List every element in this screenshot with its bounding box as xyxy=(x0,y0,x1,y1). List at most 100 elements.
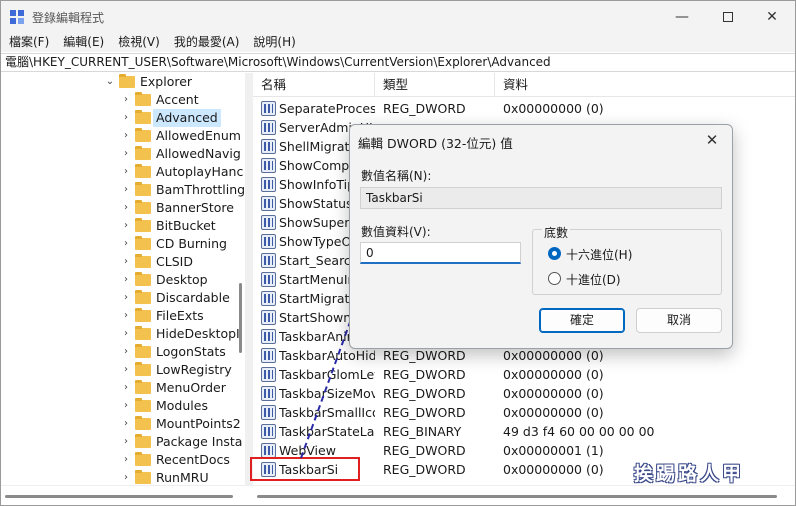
chevron-right-icon[interactable]: › xyxy=(121,451,131,469)
value-type: REG_DWORD xyxy=(383,443,466,458)
tree-item-explorer[interactable]: ⌄ Explorer xyxy=(1,73,241,91)
chevron-right-icon[interactable]: › xyxy=(121,361,131,379)
table-row[interactable]: TaskbarSmallIcons REG_DWORD 0x00000000 (0) xyxy=(253,403,795,422)
cancel-button[interactable]: 取消 xyxy=(636,308,722,333)
chevron-right-icon[interactable]: › xyxy=(121,307,131,325)
tree-item[interactable]: › Package Insta xyxy=(1,433,242,451)
chevron-right-icon[interactable]: › xyxy=(121,325,131,343)
value-data-input[interactable]: 0 xyxy=(360,242,521,264)
tree-item-label: CD Burning xyxy=(156,236,227,251)
menu-edit[interactable]: 編輯(E) xyxy=(63,32,104,52)
tree-item[interactable]: › Modules xyxy=(1,397,241,415)
reg-binary-value-icon xyxy=(261,158,276,173)
minimize-button[interactable]: — xyxy=(659,1,705,32)
tree-item-label: Explorer xyxy=(140,74,193,89)
reg-binary-value-icon xyxy=(261,424,276,439)
tree-item-label: Discardable xyxy=(156,290,230,305)
chevron-right-icon[interactable]: › xyxy=(121,109,131,127)
reg-binary-value-icon xyxy=(261,272,276,287)
tree-item[interactable]: › BamThrottling xyxy=(1,181,245,199)
tree-item[interactable]: › Accent xyxy=(1,91,241,109)
list-scroll-thumb[interactable] xyxy=(257,495,777,498)
decimal-radio[interactable] xyxy=(548,272,561,285)
tree-item[interactable]: › MountPoints2 xyxy=(1,415,241,433)
tree-item-label: LogonStats xyxy=(156,344,226,359)
column-data[interactable]: 資料 xyxy=(495,73,795,97)
tree-item[interactable]: › CD Burning xyxy=(1,235,241,253)
address-bar[interactable]: 電腦\HKEY_CURRENT_USER\Software\Microsoft\… xyxy=(1,53,795,72)
reg-binary-value-icon xyxy=(261,253,276,268)
pane-splitter[interactable] xyxy=(245,73,253,485)
value-data: 49 d3 f4 60 00 00 00 00 xyxy=(503,424,655,439)
chevron-right-icon[interactable]: › xyxy=(121,469,131,485)
menu-help[interactable]: 說明(H) xyxy=(253,32,295,52)
menu-bar: 檔案(F) 編輯(E) 檢視(V) 我的最愛(A) 說明(H) xyxy=(1,32,795,52)
decimal-radio-label[interactable]: 十進位(D) xyxy=(566,271,621,288)
tree-item[interactable]: › AllowedNavig xyxy=(1,145,241,163)
tree-item[interactable]: › AllowedEnum xyxy=(1,127,241,145)
dialog-close-button[interactable]: ✕ xyxy=(700,129,724,151)
ok-button[interactable]: 確定 xyxy=(539,308,625,333)
folder-icon xyxy=(135,380,151,394)
tree-scrollbar[interactable] xyxy=(239,283,242,353)
tree-item-label: BamThrottling xyxy=(156,182,245,197)
chevron-right-icon[interactable]: › xyxy=(121,397,131,415)
close-button[interactable]: ✕ xyxy=(749,1,795,32)
table-row[interactable]: TaskbarGlomLevel REG_DWORD 0x00000000 (0) xyxy=(253,365,795,384)
watermark-text: 挨踢路人甲 xyxy=(634,463,745,485)
table-row[interactable]: TaskbarStateLastRun REG_BINARY 49 d3 f4 60… xyxy=(253,422,795,441)
column-name[interactable]: 名稱 xyxy=(253,73,375,97)
tree-item[interactable]: › CLSID xyxy=(1,253,241,271)
horizontal-scrollbar[interactable] xyxy=(1,485,795,505)
chevron-right-icon[interactable]: › xyxy=(121,145,131,163)
value-name: TaskbarStateLastRun xyxy=(279,424,375,439)
maximize-button[interactable] xyxy=(705,1,751,32)
chevron-right-icon[interactable]: › xyxy=(121,235,131,253)
folder-icon xyxy=(135,326,151,340)
chevron-right-icon[interactable]: › xyxy=(121,271,131,289)
chevron-right-icon[interactable]: › xyxy=(121,253,131,271)
reg-binary-value-icon xyxy=(261,177,276,192)
tree-item[interactable]: › Advanced xyxy=(1,109,241,127)
tree-item[interactable]: › LogonStats xyxy=(1,343,241,361)
chevron-right-icon[interactable]: › xyxy=(121,127,131,145)
tree-item[interactable]: › HideDesktopI xyxy=(1,325,241,343)
menu-view[interactable]: 檢視(V) xyxy=(118,32,160,52)
chevron-right-icon[interactable]: › xyxy=(121,217,131,235)
tree-item[interactable]: › Discardable xyxy=(1,289,241,307)
table-row[interactable]: TaskbarSizeMove REG_DWORD 0x00000000 (0) xyxy=(253,384,795,403)
base-group: 底數 十六進位(H) 十進位(D) xyxy=(532,224,722,295)
chevron-right-icon[interactable]: › xyxy=(121,199,131,217)
menu-file[interactable]: 檔案(F) xyxy=(9,32,49,52)
chevron-right-icon[interactable]: › xyxy=(121,181,131,199)
tree-item[interactable]: › FileExts xyxy=(1,307,241,325)
tree-item[interactable]: › RunMRU xyxy=(1,469,241,485)
column-type[interactable]: 類型 xyxy=(375,73,495,97)
table-row[interactable]: SeparateProcess REG_DWORD 0x00000000 (0) xyxy=(253,99,795,118)
hex-radio[interactable] xyxy=(548,247,561,260)
chevron-right-icon[interactable]: › xyxy=(121,415,131,433)
chevron-right-icon[interactable]: › xyxy=(121,343,131,361)
tree-item-label: AllowedNavig xyxy=(156,146,241,161)
chevron-right-icon[interactable]: › xyxy=(121,289,131,307)
tree-item[interactable]: › RecentDocs xyxy=(1,451,241,469)
folder-icon xyxy=(135,218,151,232)
tree-item[interactable]: › LowRegistry xyxy=(1,361,241,379)
tree-scroll-thumb[interactable] xyxy=(5,495,233,498)
chevron-right-icon[interactable]: › xyxy=(121,433,131,451)
reg-binary-value-icon xyxy=(261,234,276,249)
chevron-right-icon[interactable]: › xyxy=(121,379,131,397)
tree-item[interactable]: › Desktop xyxy=(1,271,241,289)
tree-item[interactable]: › AutoplayHanc xyxy=(1,163,243,181)
folder-icon xyxy=(135,110,151,124)
menu-favorites[interactable]: 我的最愛(A) xyxy=(174,32,240,52)
chevron-right-icon[interactable]: › xyxy=(121,91,131,109)
chevron-right-icon[interactable]: › xyxy=(121,163,131,181)
tree-item[interactable]: › MenuOrder xyxy=(1,379,241,397)
hex-radio-label[interactable]: 十六進位(H) xyxy=(566,246,632,263)
tree-item[interactable]: › BannerStore xyxy=(1,199,241,217)
folder-icon xyxy=(135,182,151,196)
chevron-down-icon[interactable]: ⌄ xyxy=(105,73,115,91)
tree-item[interactable]: › BitBucket xyxy=(1,217,241,235)
maximize-icon xyxy=(723,11,733,22)
